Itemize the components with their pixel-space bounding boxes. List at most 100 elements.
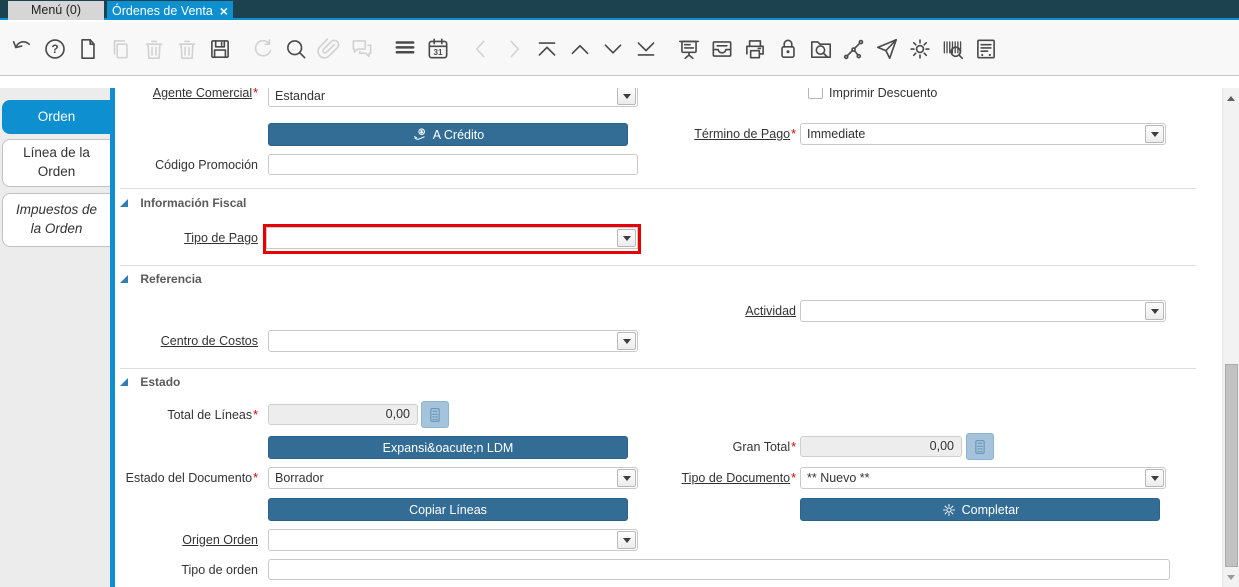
order-form: Agente Comercial* Estandar Imprimir Desc…: [115, 88, 1222, 587]
combo-arrow-icon[interactable]: [617, 332, 636, 350]
codigo-promocion-label: Código Promoción: [155, 158, 258, 172]
tab-sidebar: Orden Línea de la Orden Impuestos de la …: [0, 88, 110, 587]
agente-comercial-label: Agente Comercial*: [152, 88, 258, 100]
last-record-icon[interactable]: [633, 36, 659, 62]
centro-de-costos-label: Centro de Costos: [160, 334, 258, 348]
save-icon[interactable]: [207, 36, 233, 62]
previous-record-icon: [468, 36, 494, 62]
codigo-promocion-input[interactable]: [268, 154, 638, 175]
find-icon[interactable]: [283, 36, 309, 62]
undo-icon[interactable]: [9, 36, 35, 62]
section-informacion-fiscal: Información Fiscal: [120, 196, 246, 210]
tab-linea-de-la-orden[interactable]: Línea de la Orden: [2, 139, 110, 187]
scroll-up-icon[interactable]: [1223, 90, 1239, 106]
section-divider: [120, 188, 1196, 189]
actividad-label: Actividad: [745, 304, 796, 318]
tab-label: Órdenes de Venta: [112, 3, 213, 18]
origen-orden-combo[interactable]: [268, 529, 638, 551]
estado-del-documento-value: Borrador: [275, 471, 324, 485]
process-icon[interactable]: [907, 36, 933, 62]
tipo-de-pago-label: Tipo de Pago: [184, 231, 258, 245]
expansion-ldm-label: Expansi&oacute;n LDM: [382, 440, 514, 455]
section-title: Información Fiscal: [140, 196, 247, 210]
combo-arrow-icon[interactable]: [617, 229, 636, 247]
menu-tab[interactable]: Menú (0): [8, 1, 104, 20]
collapse-icon[interactable]: [120, 378, 128, 386]
termino-de-pago-value: Immediate: [807, 127, 866, 141]
credit-coin-icon: [412, 127, 428, 143]
refresh-icon: [250, 36, 276, 62]
attachment-icon: [316, 36, 342, 62]
barcode-icon[interactable]: [940, 36, 966, 62]
gran-total-label: Gran Total*: [732, 440, 796, 454]
close-icon[interactable]: ×: [220, 4, 228, 18]
calculator-button[interactable]: [421, 401, 449, 428]
tipo-de-documento-label: Tipo de Documento*: [681, 471, 797, 485]
centro-de-costos-combo[interactable]: [268, 330, 638, 352]
combo-arrow-icon[interactable]: [1145, 469, 1164, 487]
calculator-button[interactable]: [966, 433, 994, 460]
chat-icon: [349, 36, 375, 62]
workflow-icon[interactable]: [841, 36, 867, 62]
toolbar: ? 31: [0, 22, 1239, 76]
scrollbar-thumb[interactable]: [1225, 364, 1238, 567]
send-mail-icon[interactable]: [874, 36, 900, 62]
detail-record-icon[interactable]: [600, 36, 626, 62]
combo-arrow-icon[interactable]: [1145, 125, 1164, 143]
estado-del-documento-label: Estado del Documento*: [125, 471, 258, 485]
termino-de-pago-label: Término de Pago*: [694, 127, 796, 141]
imprimir-descuento-checkbox[interactable]: [808, 88, 823, 99]
gran-total-field: 0,00: [800, 436, 962, 457]
tab-ordenes-de-venta[interactable]: Órdenes de Venta ×: [107, 1, 233, 20]
collapse-icon[interactable]: [120, 199, 128, 207]
grid-toggle-icon[interactable]: [392, 36, 418, 62]
application-window: Menú (0) Órdenes de Venta × ? 31 Orden Lí…: [0, 0, 1239, 587]
tipo-de-orden-input[interactable]: [268, 559, 1170, 580]
gear-icon: [941, 502, 957, 518]
combo-arrow-icon[interactable]: [617, 531, 636, 549]
tipo-de-orden-label: Tipo de orden: [181, 563, 258, 577]
completar-label: Completar: [961, 502, 1020, 517]
tipo-de-documento-value: ** Nuevo **: [807, 471, 870, 485]
lock-icon[interactable]: [775, 36, 801, 62]
combo-arrow-icon[interactable]: [617, 88, 636, 105]
calendar-icon[interactable]: 31: [425, 36, 451, 62]
report-window-icon[interactable]: [973, 36, 999, 62]
copiar-lineas-button[interactable]: Copiar Líneas: [268, 498, 628, 521]
archive-icon[interactable]: [709, 36, 735, 62]
a-credito-label: A Crédito: [432, 127, 485, 142]
copy-record-icon: [108, 36, 134, 62]
agente-comercial-combo[interactable]: Estandar: [268, 88, 638, 107]
copiar-lineas-label: Copiar Líneas: [409, 502, 487, 517]
combo-arrow-icon[interactable]: [1145, 302, 1164, 320]
scroll-down-icon[interactable]: [1223, 569, 1239, 585]
report-icon[interactable]: [676, 36, 702, 62]
total-de-lineas-field: 0,00: [268, 404, 418, 425]
completar-button[interactable]: Completar: [800, 498, 1160, 521]
agente-comercial-value: Estandar: [275, 89, 326, 103]
vertical-scrollbar[interactable]: [1222, 88, 1239, 587]
tipo-de-pago-combo[interactable]: [266, 227, 638, 249]
origen-orden-label: Origen Orden: [182, 533, 258, 547]
collapse-icon[interactable]: [120, 275, 128, 283]
section-title: Estado: [140, 375, 181, 389]
tipo-de-documento-combo[interactable]: ** Nuevo **: [800, 467, 1166, 489]
tipo-de-pago-highlight: [263, 224, 641, 254]
help-icon[interactable]: ?: [42, 36, 68, 62]
termino-de-pago-combo[interactable]: Immediate: [800, 123, 1166, 145]
tab-impuestos-label: Impuestos de la Orden: [15, 202, 98, 236]
delete-record-icon: [141, 36, 167, 62]
print-icon[interactable]: [742, 36, 768, 62]
section-estado: Estado: [120, 375, 180, 389]
first-record-icon[interactable]: [534, 36, 560, 62]
svg-text:31: 31: [433, 47, 443, 56]
actividad-combo[interactable]: [800, 300, 1166, 322]
parent-record-icon[interactable]: [567, 36, 593, 62]
section-referencia: Referencia: [120, 272, 202, 286]
tab-orden[interactable]: Orden: [2, 100, 110, 134]
zoom-across-icon[interactable]: [808, 36, 834, 62]
window-tab-bar: Menú (0) Órdenes de Venta ×: [0, 0, 1239, 20]
tab-impuestos-de-la-orden[interactable]: Impuestos de la Orden: [2, 193, 110, 247]
new-record-icon[interactable]: [75, 36, 101, 62]
total-de-lineas-label: Total de Líneas*: [167, 408, 258, 422]
